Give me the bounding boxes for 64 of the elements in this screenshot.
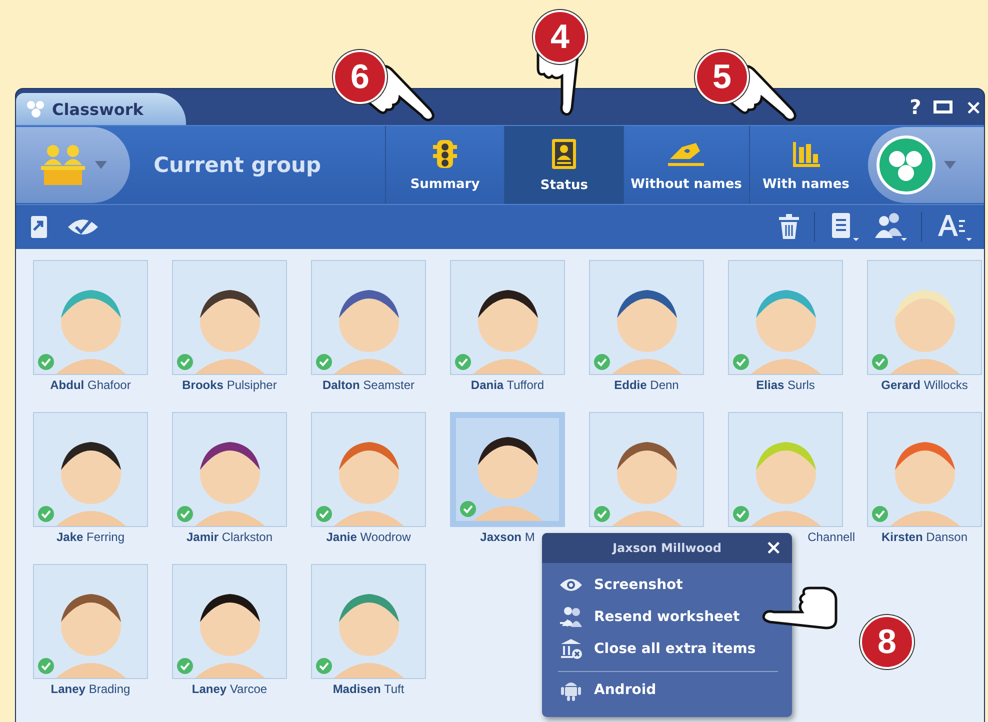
student-name: Kirsten Danson <box>881 530 968 544</box>
student-tile[interactable] <box>33 564 148 679</box>
menu-item[interactable]: Screenshot <box>558 569 778 601</box>
student-tile[interactable] <box>867 260 982 375</box>
student-name: Jamir Clarkston <box>186 530 273 544</box>
menu-item[interactable]: Close all extra items <box>558 633 778 665</box>
trash-icon[interactable] <box>778 214 800 240</box>
student-tile[interactable] <box>172 260 287 375</box>
toolbar-button[interactable]: Status <box>504 126 623 204</box>
student-tile[interactable] <box>311 564 426 679</box>
student-tile[interactable] <box>172 564 287 679</box>
step-number-badge: 4 <box>533 10 587 64</box>
people-icon[interactable] <box>873 212 907 242</box>
student-tile[interactable] <box>728 260 843 375</box>
student-name: Brooks Pulsipher <box>182 378 277 392</box>
student-name: Gerard Willocks <box>881 378 968 392</box>
student-name: Laney Brading <box>50 682 130 696</box>
bank-close-icon <box>559 638 583 660</box>
popup-title: Jaxson Millwood <box>612 541 722 555</box>
id-card-icon <box>550 138 578 170</box>
student-tile[interactable] <box>728 412 843 527</box>
help-button[interactable]: ? <box>910 95 922 119</box>
student-name: Madisen Tuft <box>332 682 404 696</box>
student-tile[interactable] <box>450 412 565 527</box>
student-tile[interactable] <box>33 412 148 527</box>
student-name: Channell <box>808 530 855 544</box>
student-tile[interactable] <box>172 412 287 527</box>
app-tab[interactable]: Classwork <box>16 93 186 125</box>
step-number-badge: 5 <box>695 50 749 104</box>
student-name: Dalton Seamster <box>322 378 415 392</box>
group-title: Current group <box>152 152 322 179</box>
maximize-icon[interactable] <box>933 100 954 114</box>
student-name: Elias Surls <box>756 378 815 392</box>
menu-item[interactable]: Android <box>558 671 778 707</box>
close-button[interactable]: × <box>965 95 982 119</box>
student-tile[interactable] <box>311 412 426 527</box>
student-name: Eddie Denn <box>614 378 679 392</box>
app-logo-icon <box>26 100 46 118</box>
student-name: Dania Tufford <box>470 378 544 392</box>
app-menu-button[interactable] <box>868 127 984 203</box>
hexagon-logo-icon <box>876 135 936 195</box>
group-desk-icon <box>38 143 87 187</box>
student-tile[interactable] <box>311 260 426 375</box>
close-button[interactable]: × <box>761 535 786 559</box>
student-tile[interactable] <box>450 260 565 375</box>
eye-icon <box>559 577 583 593</box>
caret-icon <box>94 161 107 169</box>
student-tile[interactable] <box>867 412 982 527</box>
student-tile[interactable] <box>33 260 148 375</box>
student-name: Abdul Ghafoor <box>50 378 131 392</box>
traffic-light-icon <box>432 138 458 168</box>
text-format-icon[interactable] <box>936 212 972 242</box>
document-list-icon[interactable] <box>829 212 859 242</box>
student-name: Jaxson M <box>480 530 535 544</box>
student-name: Laney Varcoe <box>192 682 268 696</box>
step-number-badge: 6 <box>333 50 387 104</box>
student-name: Jake Ferring <box>56 530 125 544</box>
student-name: Janie Woodrow <box>326 530 411 544</box>
window-title: Classwork <box>52 100 144 118</box>
group-selector[interactable] <box>16 127 130 203</box>
caret-icon <box>944 161 956 169</box>
student-tile[interactable] <box>589 260 704 375</box>
people-arrow-icon <box>559 606 583 628</box>
student-tile[interactable] <box>589 412 704 527</box>
